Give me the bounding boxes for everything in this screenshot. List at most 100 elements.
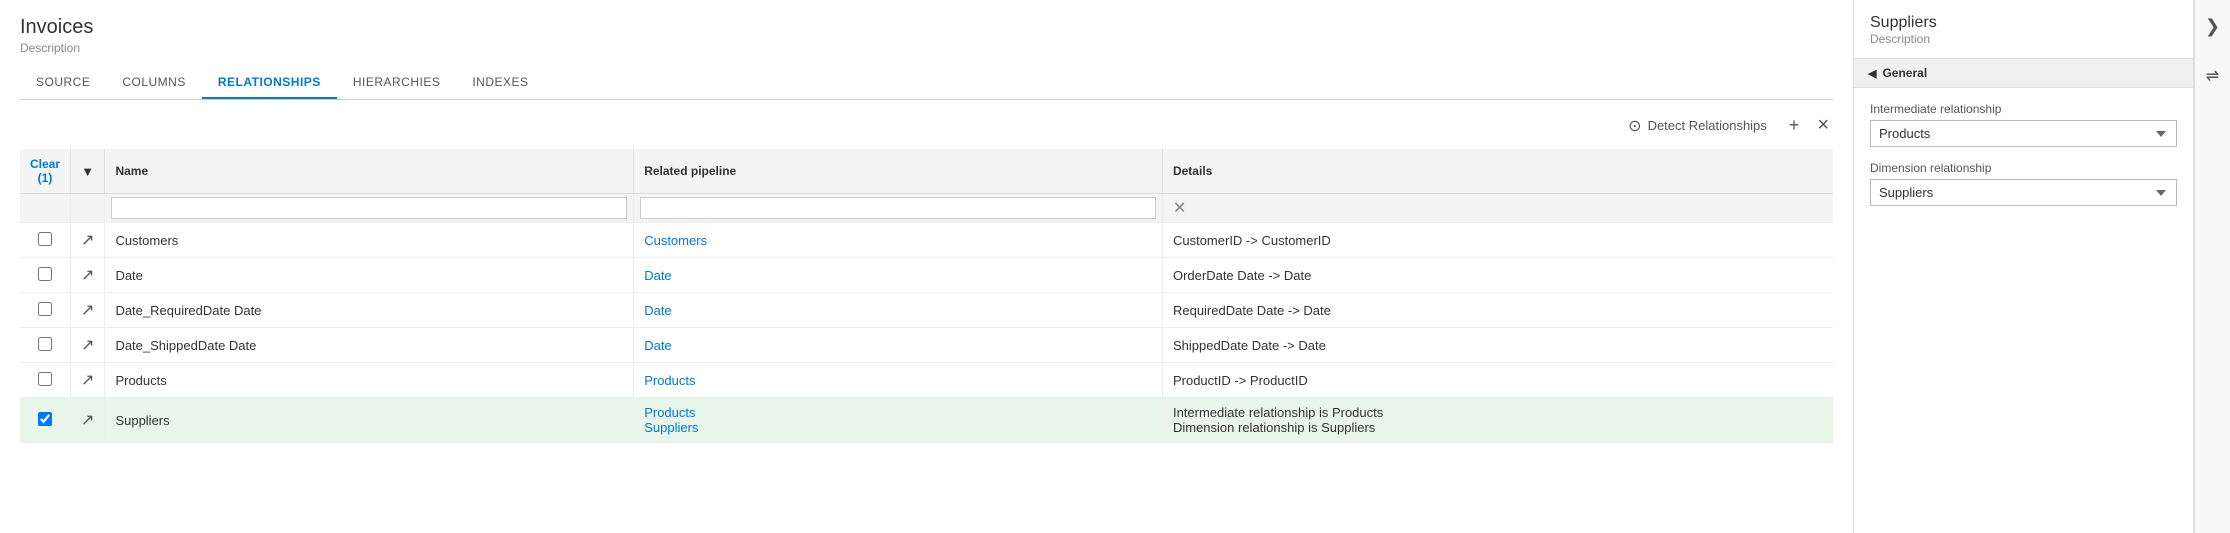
row-related-pipeline: Date: [634, 258, 1163, 293]
side-icons-panel: ❯ ⇌: [2194, 0, 2230, 533]
intermediate-relationship-dropdown[interactable]: Products: [1870, 120, 2177, 147]
row-name: Date_RequiredDate Date: [105, 293, 634, 328]
add-relationship-button[interactable]: +: [1785, 111, 1804, 140]
clear-filter-link[interactable]: Clear (1): [30, 157, 60, 185]
pipeline-link[interactable]: Date: [644, 338, 671, 353]
detect-label: Detect Relationships: [1648, 118, 1767, 133]
tab-relationships[interactable]: RELATIONSHIPS: [202, 67, 337, 99]
row-icon-cell: ↗: [71, 293, 105, 328]
dimension-relationship-label: Dimension relationship: [1870, 161, 2177, 175]
header-name: Name: [105, 149, 634, 194]
filter-pipeline-input[interactable]: [640, 197, 1156, 219]
filter-details-cell: ✕: [1162, 194, 1833, 223]
filter-row: ✕: [20, 194, 1833, 223]
row-icon-cell: ↗: [71, 398, 105, 443]
pipeline-link[interactable]: Date: [644, 303, 671, 318]
relationship-icon: ↗: [81, 302, 94, 319]
dimension-relationship-field: Dimension relationship Suppliers: [1870, 161, 2177, 206]
row-checkbox[interactable]: [38, 302, 52, 316]
table-row-selected: ↗ Suppliers Products Suppliers Intermedi…: [20, 398, 1833, 443]
tab-hierarchies[interactable]: HIERARCHIES: [337, 67, 457, 99]
row-name: Date_ShippedDate Date: [105, 328, 634, 363]
row-checkbox-cell: [20, 398, 71, 443]
row-checkbox[interactable]: [38, 372, 52, 386]
row-name: Products: [105, 363, 634, 398]
row-checkbox-cell: [20, 258, 71, 293]
header-checkbox-cell: Clear (1): [20, 149, 71, 194]
row-name: Date: [105, 258, 634, 293]
pipeline-link-2[interactable]: Suppliers: [644, 420, 698, 435]
header-details: Details: [1162, 149, 1833, 194]
relationships-table-container: Clear (1) ▼ Name Related pipeline Detail…: [20, 149, 1833, 533]
tabs-bar: SOURCE COLUMNS RELATIONSHIPS HIERARCHIES…: [20, 67, 1833, 100]
settings-icon: ⇌: [2206, 68, 2219, 85]
table-row: ↗ Products Products ProductID -> Product…: [20, 363, 1833, 398]
row-name: Suppliers: [105, 398, 634, 443]
panel-header: Suppliers Description: [1854, 0, 2193, 58]
pipeline-link[interactable]: Products: [644, 373, 695, 388]
relationship-icon: ↗: [81, 267, 94, 284]
row-checkbox[interactable]: [38, 412, 52, 426]
row-checkbox-cell: [20, 328, 71, 363]
row-icon-cell: ↗: [71, 363, 105, 398]
row-name: Customers: [105, 223, 634, 258]
relationship-icon: ↗: [81, 412, 94, 429]
panel-title: Suppliers: [1870, 14, 2177, 32]
table-toolbar: ⊙ Detect Relationships + ×: [20, 100, 1833, 149]
section-collapse-icon: ◀: [1868, 67, 1876, 80]
collapse-panel-button[interactable]: ❯: [2199, 10, 2226, 43]
row-details: CustomerID -> CustomerID: [1162, 223, 1833, 258]
right-panel: Suppliers Description ◀ General Intermed…: [1854, 0, 2194, 533]
row-checkbox-cell: [20, 223, 71, 258]
filter-icon-cell: [71, 194, 105, 223]
row-checkbox[interactable]: [38, 232, 52, 246]
row-related-pipeline: Customers: [634, 223, 1163, 258]
toggle-settings-button[interactable]: ⇌: [2200, 59, 2225, 92]
tab-columns[interactable]: COLUMNS: [106, 67, 202, 99]
detect-icon: ⊙: [1628, 116, 1641, 136]
intermediate-relationship-label: Intermediate relationship: [1870, 102, 2177, 116]
tab-indexes[interactable]: INDEXES: [456, 67, 544, 99]
row-details: ProductID -> ProductID: [1162, 363, 1833, 398]
pipeline-link[interactable]: Customers: [644, 233, 707, 248]
section-header-general: ◀ General: [1854, 58, 2193, 88]
table-header-row: Clear (1) ▼ Name Related pipeline Detail…: [20, 149, 1833, 194]
relationship-icon: ↗: [81, 232, 94, 249]
table-row: ↗ Date Date OrderDate Date -> Date: [20, 258, 1833, 293]
panel-description: Description: [1870, 32, 2177, 46]
filter-checkbox-cell: [20, 194, 71, 223]
filter-icon: ▼: [81, 164, 94, 179]
page-title: Invoices: [20, 16, 1833, 39]
remove-icon: ×: [1817, 114, 1829, 137]
add-icon: +: [1789, 115, 1800, 136]
relationship-icon: ↗: [81, 372, 94, 389]
row-related-pipeline: Date: [634, 328, 1163, 363]
table-row: ↗ Customers Customers CustomerID -> Cust…: [20, 223, 1833, 258]
row-icon-cell: ↗: [71, 328, 105, 363]
row-details: Intermediate relationship is Products Di…: [1162, 398, 1833, 443]
section-label: General: [1882, 66, 1927, 80]
row-related-pipeline: Date: [634, 293, 1163, 328]
relationship-icon: ↗: [81, 337, 94, 354]
row-details: RequiredDate Date -> Date: [1162, 293, 1833, 328]
row-checkbox-cell: [20, 293, 71, 328]
panel-body: Intermediate relationship Products Dimen…: [1854, 88, 2193, 220]
detect-relationships-button[interactable]: ⊙ Detect Relationships: [1620, 112, 1775, 140]
table-row: ↗ Date_RequiredDate Date Date RequiredDa…: [20, 293, 1833, 328]
filter-clear-button[interactable]: ✕: [1169, 198, 1190, 218]
dimension-relationship-dropdown[interactable]: Suppliers: [1870, 179, 2177, 206]
row-checkbox[interactable]: [38, 337, 52, 351]
pipeline-link-1[interactable]: Products: [644, 405, 695, 420]
row-checkbox-cell: [20, 363, 71, 398]
row-related-pipeline: Products: [634, 363, 1163, 398]
row-icon-cell: ↗: [71, 258, 105, 293]
filter-name-input[interactable]: [111, 197, 627, 219]
remove-relationship-button[interactable]: ×: [1813, 110, 1833, 141]
intermediate-relationship-field: Intermediate relationship Products: [1870, 102, 2177, 147]
tab-source[interactable]: SOURCE: [20, 67, 106, 99]
row-icon-cell: ↗: [71, 223, 105, 258]
pipeline-link[interactable]: Date: [644, 268, 671, 283]
table-row: ↗ Date_ShippedDate Date Date ShippedDate…: [20, 328, 1833, 363]
row-checkbox[interactable]: [38, 267, 52, 281]
header-related-pipeline: Related pipeline: [634, 149, 1163, 194]
